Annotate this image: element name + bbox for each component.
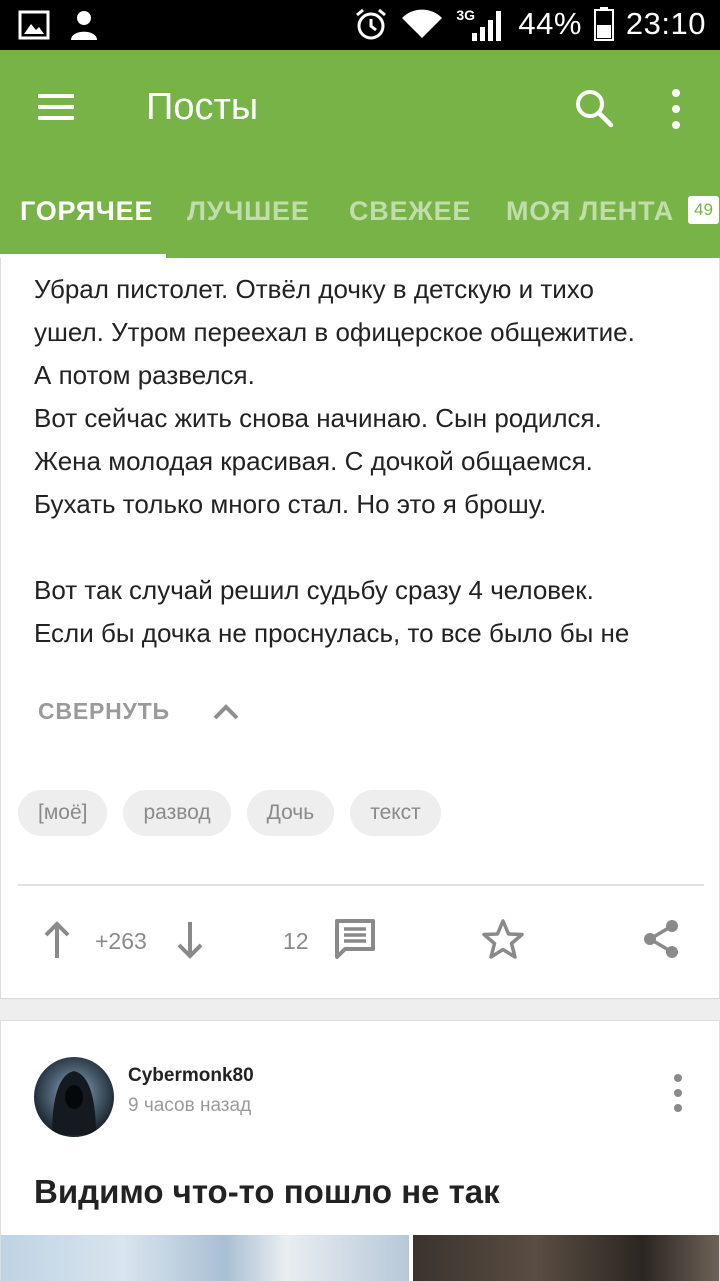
menu-button[interactable] — [38, 90, 74, 126]
person-icon — [71, 11, 97, 40]
post-images — [1, 1235, 719, 1281]
post-timestamp: 9 часов назад — [128, 1095, 252, 1116]
gallery-icon — [18, 10, 50, 40]
tab-my-feed[interactable]: МОЯ ЛЕНТА — [506, 196, 674, 227]
post-actions: +263 12 — [1, 886, 719, 998]
post-menu-icon[interactable] — [667, 1073, 689, 1113]
status-bar: 3G 44% 23:10 — [0, 0, 720, 50]
favorite-star-icon[interactable] — [481, 918, 525, 960]
feed-count-badge: 49 — [688, 196, 719, 224]
page-title: Посты — [146, 86, 259, 128]
hooded-figure-icon — [52, 1071, 96, 1135]
post-card: Убрал пистолет. Отвёл дочку в детскую и … — [0, 258, 720, 999]
search-icon[interactable] — [574, 88, 614, 128]
author-name[interactable]: Cybermonk80 — [128, 1065, 254, 1087]
collapse-button[interactable]: СВЕРНУТЬ — [38, 698, 240, 725]
battery-icon — [593, 7, 614, 41]
tag-chip[interactable]: Дочь — [246, 790, 335, 836]
tag-chip[interactable]: развод — [123, 790, 231, 836]
avatar[interactable] — [34, 1057, 114, 1137]
post-line: Если бы дочка не проснулась, то все было… — [34, 618, 630, 648]
tab-bar: ГОРЯЧЕЕ ЛУЧШЕЕ СВЕЖЕЕ МОЯ ЛЕНТА 49 — [0, 178, 720, 258]
overflow-menu-icon[interactable] — [664, 88, 688, 130]
tag-list: [моё] развод Дочь текст — [18, 790, 441, 836]
comments-icon[interactable] — [334, 918, 376, 960]
app-bar: Посты ГОРЯЧЕЕ ЛУЧШЕЕ СВЕЖЕЕ МОЯ ЛЕНТА 49 — [0, 50, 720, 258]
post-line: А потом развелся. — [34, 360, 255, 390]
tab-fresh[interactable]: СВЕЖЕЕ — [349, 196, 471, 227]
post-image[interactable] — [1, 1235, 409, 1281]
post-image[interactable] — [413, 1235, 719, 1281]
rating-value: +263 — [95, 928, 147, 954]
collapse-label: СВЕРНУТЬ — [38, 698, 170, 724]
tag-chip[interactable]: текст — [350, 790, 441, 836]
post-line: Бухать только много стал. Но это я брошу… — [34, 489, 547, 519]
signal-icon — [472, 11, 502, 41]
downvote-arrow-icon[interactable] — [176, 920, 204, 960]
post-line: Вот так случай решил судьбу сразу 4 чело… — [34, 575, 594, 605]
share-icon[interactable] — [641, 918, 681, 960]
post-body: Убрал пистолет. Отвёл дочку в детскую и … — [34, 268, 704, 655]
battery-percent: 44% — [518, 6, 582, 41]
post-card: Cybermonk80 9 часов назад Видимо что-то … — [0, 1020, 720, 1281]
post-line: Жена молодая красивая. С дочкой общаемся… — [34, 446, 593, 476]
tab-hot[interactable]: ГОРЯЧЕЕ — [20, 196, 153, 227]
comments-count: 12 — [283, 928, 309, 954]
clock: 23:10 — [625, 6, 706, 41]
menu-icon — [38, 94, 74, 98]
post-line: Вот сейчас жить снова начинаю. Сын родил… — [34, 403, 602, 433]
wifi-icon — [402, 9, 443, 38]
post-line: Убрал пистолет. Отвёл дочку в детскую и … — [34, 274, 594, 304]
tag-chip[interactable]: [моё] — [18, 790, 108, 836]
post-line: ушел. Утром переехал в офицерское общежи… — [34, 317, 635, 347]
alarm-icon — [356, 8, 387, 40]
tab-best[interactable]: ЛУЧШЕЕ — [187, 196, 310, 227]
chevron-up-icon — [213, 703, 239, 719]
upvote-arrow-icon[interactable] — [43, 920, 71, 960]
post-title[interactable]: Видимо что-то пошло не так — [34, 1173, 500, 1211]
